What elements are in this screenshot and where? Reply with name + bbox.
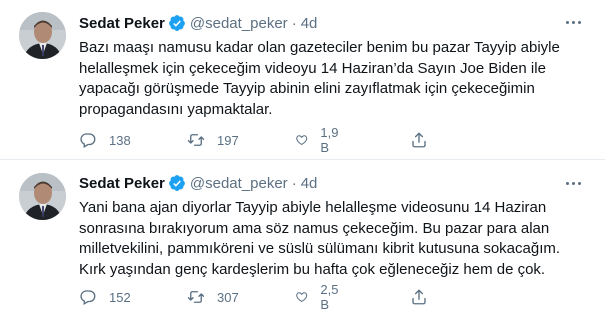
tweet-text: Yani bana ajan diyorlar Tayyip abiyle he… xyxy=(79,198,584,280)
tweet[interactable]: Sedat Peker @sedat_peker · 4d Yani bana … xyxy=(0,160,605,319)
share-icon xyxy=(412,132,426,148)
reply-count: 152 xyxy=(109,289,131,305)
tweet-text-line: yapacağı görüşmede Tayyip abinin elini z… xyxy=(79,80,535,97)
reply-icon xyxy=(80,290,96,305)
reply-button[interactable]: 152 xyxy=(79,287,131,307)
retweet-count: 197 xyxy=(217,132,239,148)
tweet-text-line: milletvekilini, pammıköreni ve süslü sül… xyxy=(79,240,561,257)
tweet-text-line: sonrasına bırakıyorum ama söz namus çeke… xyxy=(79,219,550,237)
author-handle[interactable]: @sedat_peker xyxy=(190,15,288,32)
author-name[interactable]: Sedat Peker xyxy=(79,175,165,192)
avatar[interactable] xyxy=(19,12,66,59)
tweet-header: Sedat Peker @sedat_peker · 4d xyxy=(79,173,317,193)
author-handle[interactable]: @sedat_peker xyxy=(190,175,288,192)
author-name[interactable]: Sedat Peker xyxy=(79,15,165,32)
avatar[interactable] xyxy=(19,173,66,220)
retweet-button[interactable]: 307 xyxy=(187,287,239,307)
tweet-text-line: helalleşmek için çekeceğim videoyu 14 Ha… xyxy=(79,59,546,77)
heart-icon xyxy=(296,292,308,303)
share-button[interactable] xyxy=(410,287,428,307)
share-icon xyxy=(412,289,426,305)
timestamp[interactable]: 4d xyxy=(301,175,318,192)
reply-icon xyxy=(80,133,96,148)
separator-dot: · xyxy=(291,14,297,32)
like-button[interactable]: 2,5 B xyxy=(295,282,343,312)
reply-button[interactable]: 138 xyxy=(79,130,131,150)
more-options-icon[interactable] xyxy=(561,12,585,32)
heart-icon xyxy=(296,135,308,146)
separator-dot: · xyxy=(291,174,297,192)
verified-badge-icon xyxy=(169,175,185,191)
timestamp[interactable]: 4d xyxy=(301,15,318,32)
retweet-icon xyxy=(187,134,205,146)
like-count: 2,5 B xyxy=(320,282,339,312)
more-options-icon[interactable] xyxy=(561,173,585,193)
tweet-text-line: propagandasını yapmaktalar. xyxy=(79,100,273,118)
verified-badge-icon xyxy=(169,15,185,31)
share-button[interactable] xyxy=(410,130,428,150)
tweet-text-line: Bazı maaşı namusu kadar olan gazeteciler… xyxy=(79,39,560,56)
tweet-text-line: Kırk yaşından genç kardeşlerim bu hafta … xyxy=(79,260,546,278)
like-count: 1,9 B xyxy=(320,125,339,155)
tweet-text: Bazı maaşı namusu kadar olan gazeteciler… xyxy=(79,38,584,120)
like-button[interactable]: 1,9 B xyxy=(295,125,343,155)
tweet-text-line: Yani bana ajan diyorlar Tayyip abiyle he… xyxy=(79,199,547,216)
reply-count: 138 xyxy=(109,132,131,148)
tweet-header: Sedat Peker @sedat_peker · 4d xyxy=(79,13,317,33)
retweet-icon xyxy=(187,291,205,303)
retweet-count: 307 xyxy=(217,289,239,305)
retweet-button[interactable]: 197 xyxy=(187,130,239,150)
tweet[interactable]: Sedat Peker @sedat_peker · 4d Bazı maaşı… xyxy=(0,0,605,160)
